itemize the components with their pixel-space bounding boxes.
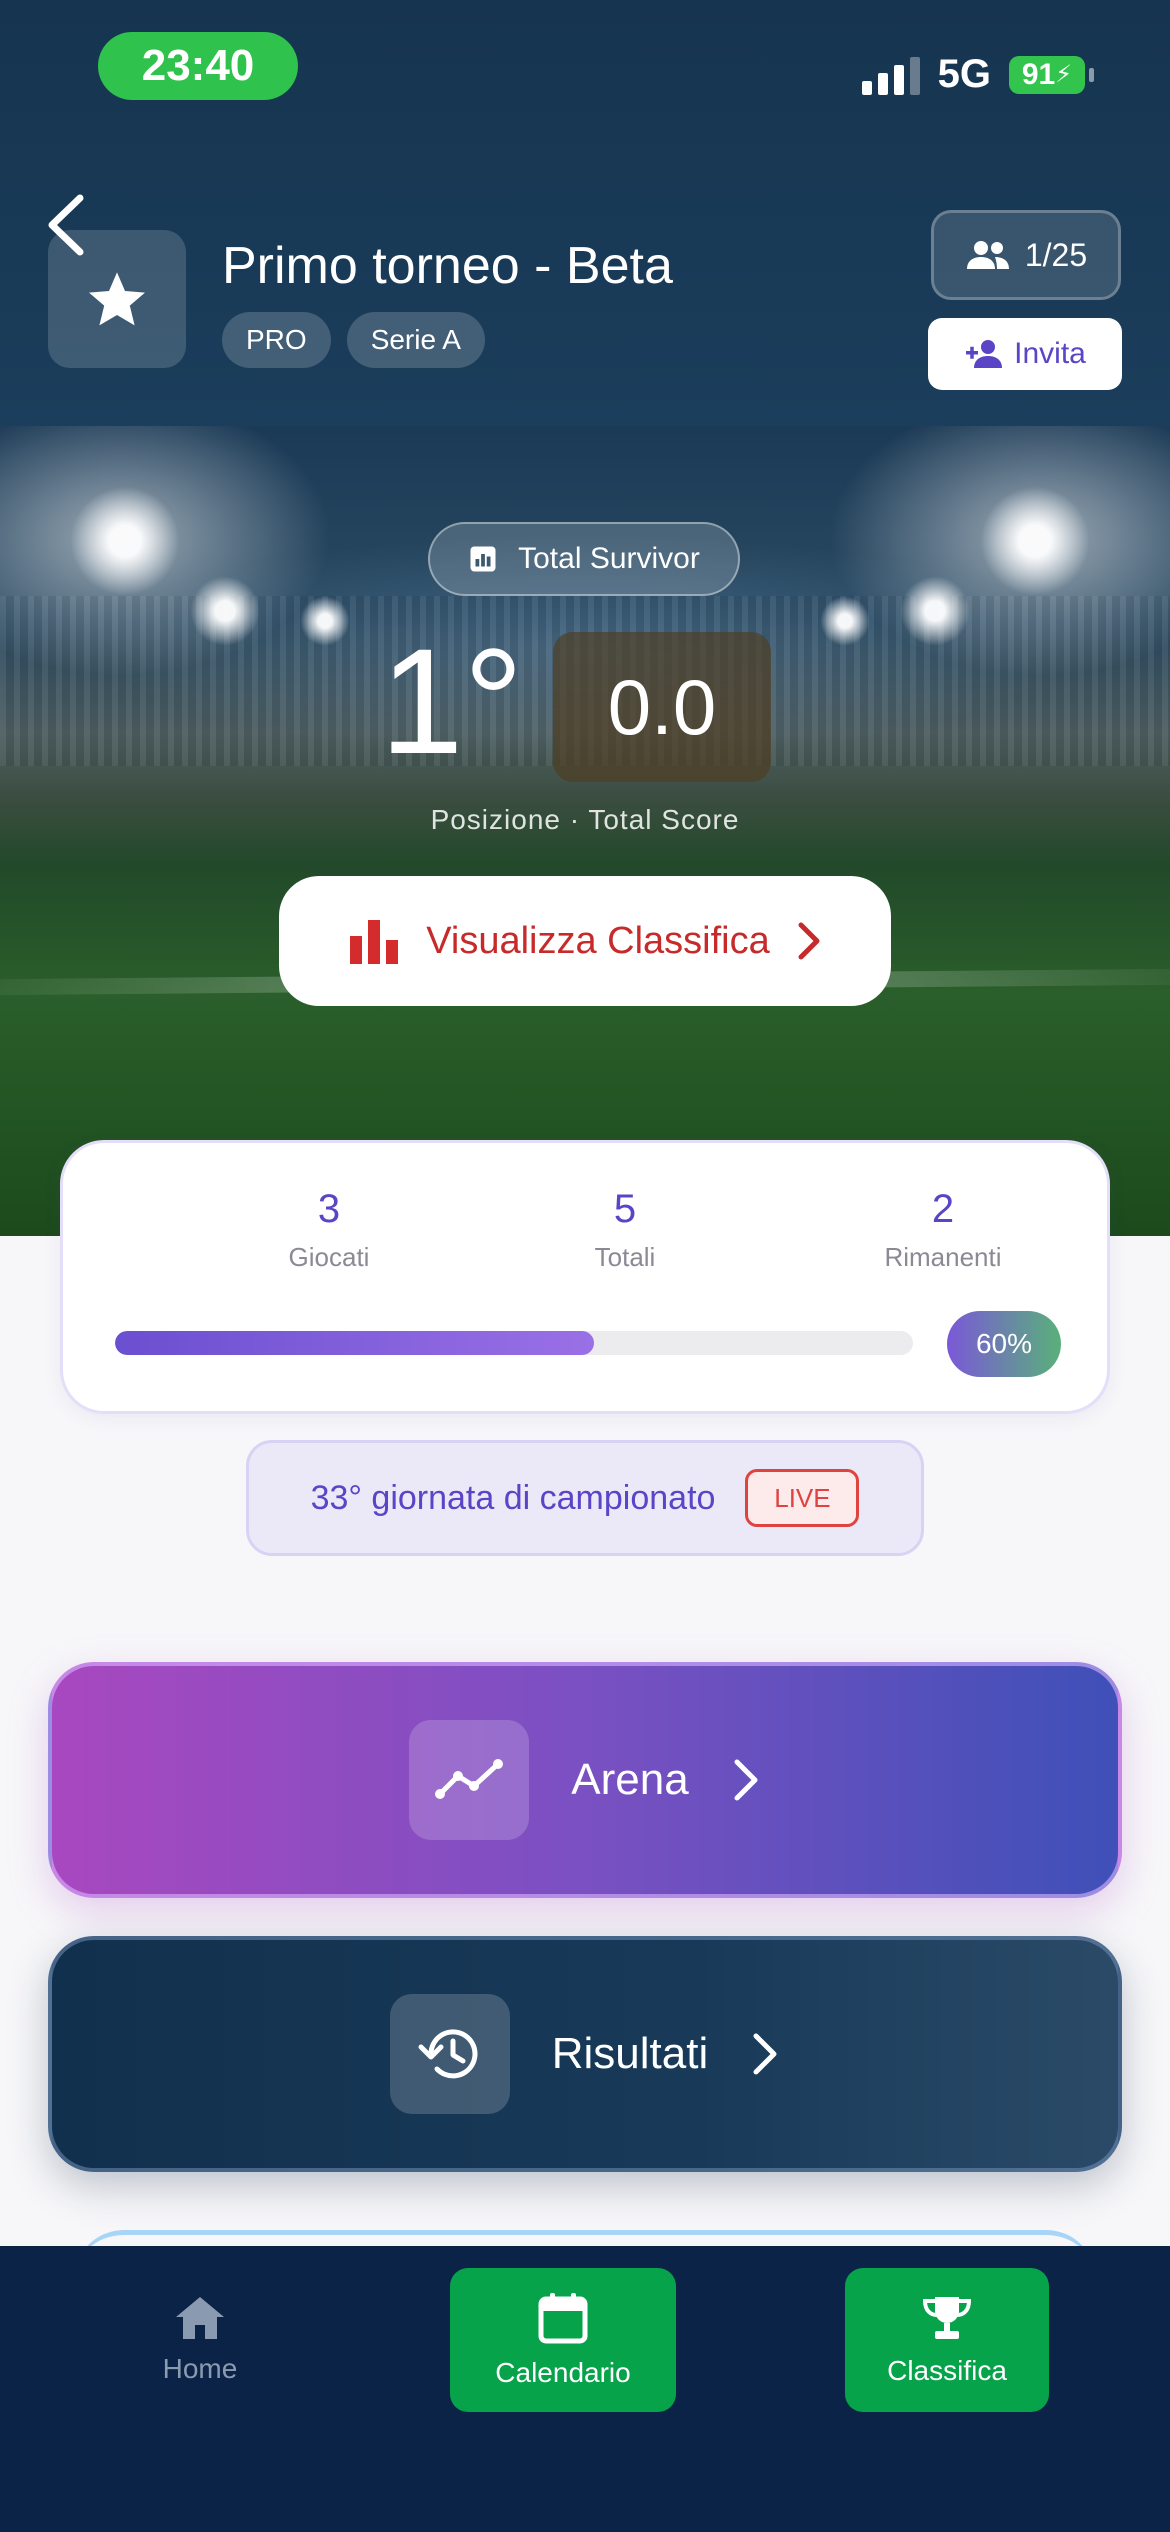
- game-mode-label: Total Survivor: [518, 542, 700, 575]
- stat-played: 3 Giocati: [199, 1187, 459, 1273]
- results-button[interactable]: Risultati: [48, 1936, 1122, 2172]
- view-ranking-button[interactable]: Visualizza Classifica: [279, 876, 891, 1006]
- battery-level: 91 ⚡: [1009, 55, 1085, 94]
- stat-value: 5: [613, 1187, 637, 1231]
- match-stats-card: 3 Giocati 5 Totali 2 Rimanenti 60%: [60, 1140, 1110, 1414]
- stat-value: 2: [931, 1187, 955, 1231]
- tournament-logo: [48, 230, 186, 368]
- nav-home-label: Home: [162, 2353, 238, 2384]
- arena-label: Arena: [571, 1755, 689, 1804]
- position-value: 1°: [380, 617, 524, 785]
- tournament-tags: PRO Serie A: [222, 312, 485, 368]
- chevron-right-icon: [734, 1759, 758, 1801]
- nav-ranking-label: Classifica: [887, 2355, 1007, 2386]
- people-icon: [966, 241, 1009, 269]
- history-clock-icon: [418, 2029, 478, 2079]
- matchday-banner: 33° giornata di campionato LIVE: [246, 1440, 924, 1556]
- hero-caption: Posizione · Total Score: [430, 804, 740, 835]
- arena-icon-tile: [409, 1720, 530, 1840]
- status-indicators: 5G 91 ⚡: [861, 52, 1094, 97]
- nav-home[interactable]: Home: [124, 2268, 276, 2412]
- person-add-icon: [966, 340, 1003, 368]
- chevron-right-icon: [753, 2033, 777, 2075]
- stat-label: Giocati: [288, 1242, 370, 1272]
- matchday-label: 33° giornata di campionato: [310, 1478, 716, 1517]
- bottom-navigation: Home Calendario Classifica: [0, 2246, 1170, 2532]
- signal-icon: [861, 55, 920, 95]
- house-icon: [176, 2297, 224, 2339]
- nav-calendar-label: Calendario: [495, 2357, 631, 2388]
- tournament-header: 23:40 5G 91 ⚡ Primo torneo - Beta PRO Ser…: [0, 0, 1170, 426]
- progress-bar: [115, 1331, 913, 1355]
- invite-label: Invita: [1014, 337, 1086, 370]
- trophy-icon: [922, 2297, 972, 2339]
- members-count: 1/25: [1024, 236, 1088, 273]
- view-ranking-label: Visualizza Classifica: [426, 919, 770, 962]
- members-button[interactable]: 1/25: [931, 210, 1121, 300]
- league-chip: Serie A: [346, 312, 485, 368]
- invite-button[interactable]: Invita: [928, 318, 1122, 390]
- floodlight: [980, 486, 1090, 596]
- nav-calendar[interactable]: Calendario: [450, 2268, 676, 2412]
- battery-icon: 91 ⚡: [1009, 55, 1094, 94]
- tournament-title: Primo torneo - Beta: [222, 237, 673, 295]
- game-mode-badge: Total Survivor: [428, 522, 740, 596]
- live-badge: LIVE: [745, 1469, 860, 1527]
- floodlight: [300, 596, 350, 646]
- calendar-icon: [538, 2293, 588, 2344]
- trend-line-icon: [435, 1759, 504, 1799]
- status-time: 23:40: [98, 32, 298, 100]
- tier-chip: PRO: [222, 312, 331, 368]
- total-score: 0.0: [553, 632, 771, 782]
- floodlight: [190, 576, 260, 646]
- bar-chart-icon: [350, 920, 399, 964]
- network-type: 5G: [937, 52, 991, 96]
- stadium-hero: Total Survivor 1° 0.0 Posizione · Total …: [0, 426, 1170, 1236]
- progress-percentage: 60%: [947, 1311, 1061, 1377]
- arena-button[interactable]: Arena: [48, 1662, 1122, 1898]
- chevron-right-icon: [798, 922, 820, 960]
- star-icon: [89, 272, 145, 326]
- stat-total: 5 Totali: [495, 1187, 755, 1273]
- stat-label: Totali: [594, 1242, 656, 1272]
- stat-value: 3: [317, 1187, 341, 1231]
- floodlight: [900, 576, 970, 646]
- stat-remaining: 2 Rimanenti: [813, 1187, 1073, 1273]
- bar-chart-icon: [470, 546, 496, 572]
- stat-label: Rimanenti: [884, 1242, 1002, 1272]
- floodlight: [820, 596, 870, 646]
- progress-fill: [115, 1331, 594, 1355]
- results-icon-tile: [389, 1994, 510, 2114]
- floodlight: [70, 486, 180, 596]
- nav-ranking[interactable]: Classifica: [845, 2268, 1049, 2412]
- results-label: Risultati: [551, 2029, 709, 2078]
